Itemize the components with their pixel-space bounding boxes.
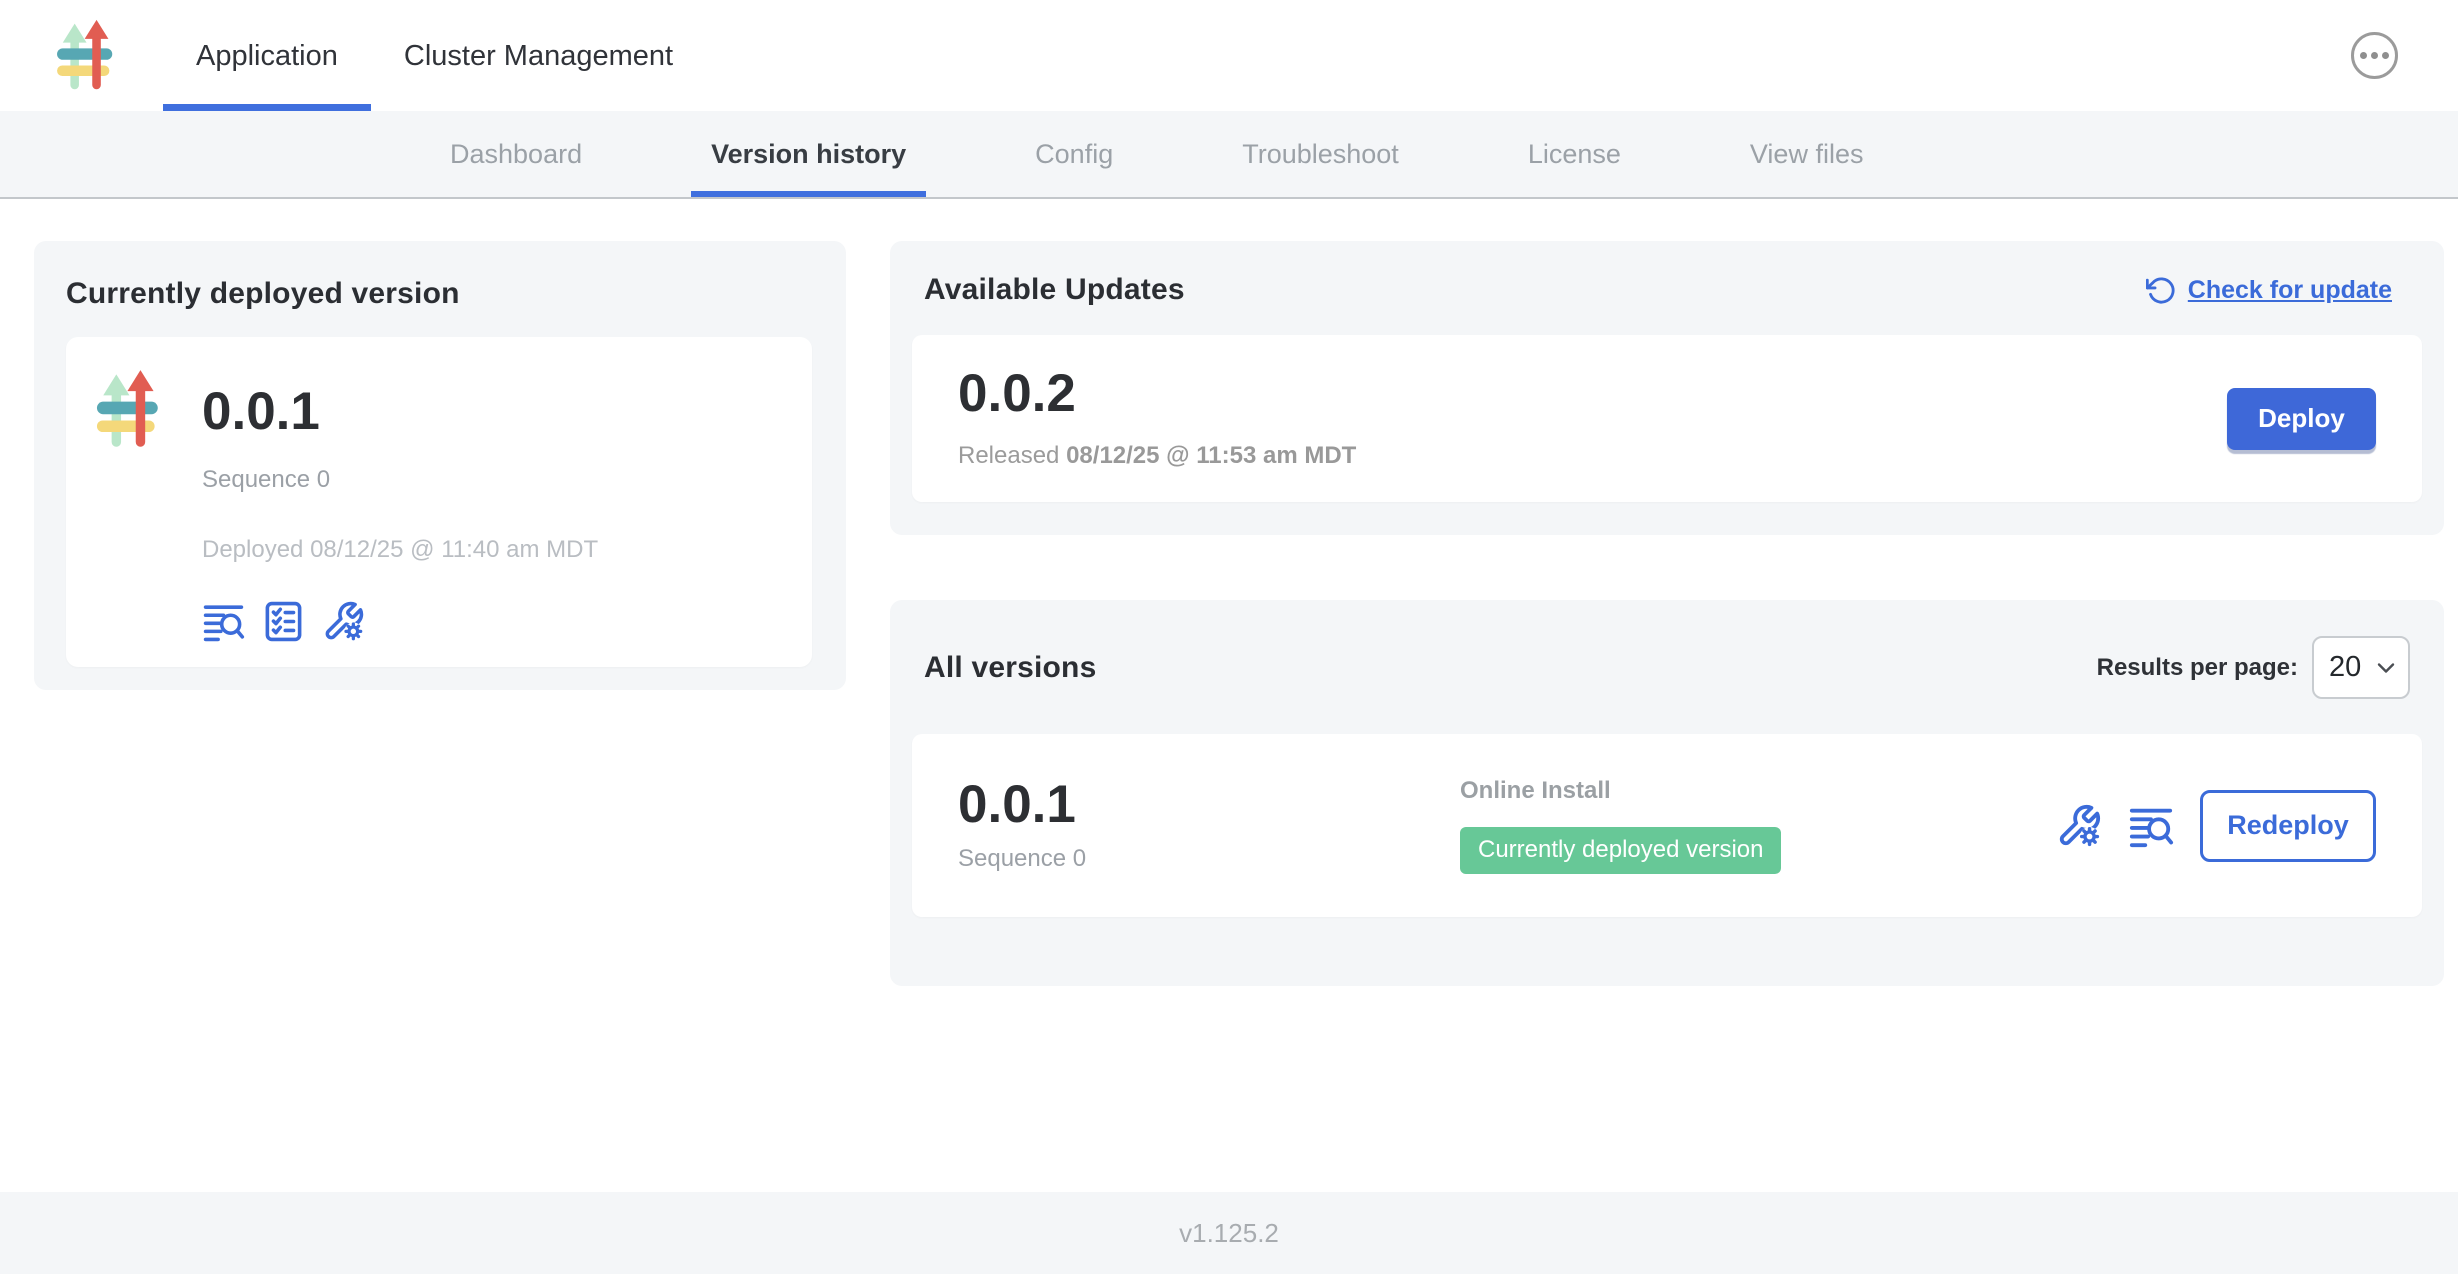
deployed-timestamp: Deployed 08/12/25 @ 11:40 am MDT <box>202 536 598 564</box>
check-for-update-label: Check for update <box>2188 276 2392 305</box>
currently-deployed-card: Currently deployed version 0.0.1 Sequenc… <box>34 241 846 690</box>
console-footer: v1.125.2 <box>0 1192 2458 1274</box>
preflight-checks-icon[interactable] <box>262 600 305 643</box>
subnav-item-license[interactable]: License <box>1508 111 1641 197</box>
app-logo-icon <box>56 17 119 95</box>
all-versions-title: All versions <box>924 651 1096 685</box>
refresh-icon <box>2146 275 2177 306</box>
top-nav-tabs: Application Cluster Management <box>163 0 706 111</box>
row-version-label: 0.0.1 <box>958 778 1138 831</box>
subnav-item-version-history[interactable]: Version history <box>691 111 926 197</box>
tab-application[interactable]: Application <box>163 0 371 111</box>
subnav-item-view-files[interactable]: View files <box>1730 111 1884 197</box>
redeploy-button[interactable]: Redeploy <box>2200 790 2376 862</box>
dot-icon <box>2371 52 2378 59</box>
deployed-version-label: 0.0.1 <box>202 385 598 438</box>
all-versions-card: All versions Results per page: 20 0.0. <box>890 600 2444 986</box>
app-sub-nav: Dashboard Version history Config Trouble… <box>0 111 2458 199</box>
console-version-label: v1.125.2 <box>1179 1218 1279 1249</box>
update-version-label: 0.0.2 <box>958 367 1356 420</box>
deploy-button[interactable]: Deploy <box>2227 388 2376 450</box>
currently-deployed-title: Currently deployed version <box>66 277 812 311</box>
top-nav: Application Cluster Management <box>0 0 2458 111</box>
logs-icon[interactable] <box>202 600 245 643</box>
results-per-page-value: 20 <box>2329 651 2361 684</box>
version-history-page: Currently deployed version 0.0.1 Sequenc… <box>0 199 2458 1192</box>
logs-icon[interactable] <box>2128 803 2174 849</box>
install-type-label: Online Install <box>1460 777 1781 805</box>
available-updates-title: Available Updates <box>924 273 1185 307</box>
chevron-down-icon <box>2377 662 2395 674</box>
dot-icon <box>2360 52 2367 59</box>
config-icon[interactable] <box>2056 803 2102 849</box>
subnav-item-config[interactable]: Config <box>1015 111 1133 197</box>
available-updates-card: Available Updates Check for update <box>890 241 2444 535</box>
check-for-update-link[interactable]: Check for update <box>2146 275 2392 306</box>
dot-icon <box>2382 52 2389 59</box>
currently-deployed-version-card: 0.0.1 Sequence 0 Deployed 08/12/25 @ 11:… <box>66 337 812 667</box>
subnav-item-dashboard[interactable]: Dashboard <box>430 111 602 197</box>
update-released-timestamp: Released 08/12/25 @ 11:53 am MDT <box>958 442 1356 470</box>
results-per-page-select[interactable]: 20 <box>2312 636 2410 699</box>
config-icon[interactable] <box>322 600 365 643</box>
tab-cluster-management[interactable]: Cluster Management <box>371 0 706 111</box>
row-sequence-label: Sequence 0 <box>958 845 1138 873</box>
available-update-row: 0.0.2 Released 08/12/25 @ 11:53 am MDT D… <box>912 335 2422 502</box>
overflow-menu-button[interactable] <box>2351 32 2398 79</box>
results-per-page-label: Results per page: <box>2097 654 2298 682</box>
subnav-item-troubleshoot[interactable]: Troubleshoot <box>1222 111 1419 197</box>
app-logo-icon <box>92 367 169 453</box>
currently-deployed-badge: Currently deployed version <box>1460 827 1781 874</box>
version-row: 0.0.1 Sequence 0 Online Install Currentl… <box>912 734 2422 917</box>
deployed-sequence-label: Sequence 0 <box>202 466 598 494</box>
